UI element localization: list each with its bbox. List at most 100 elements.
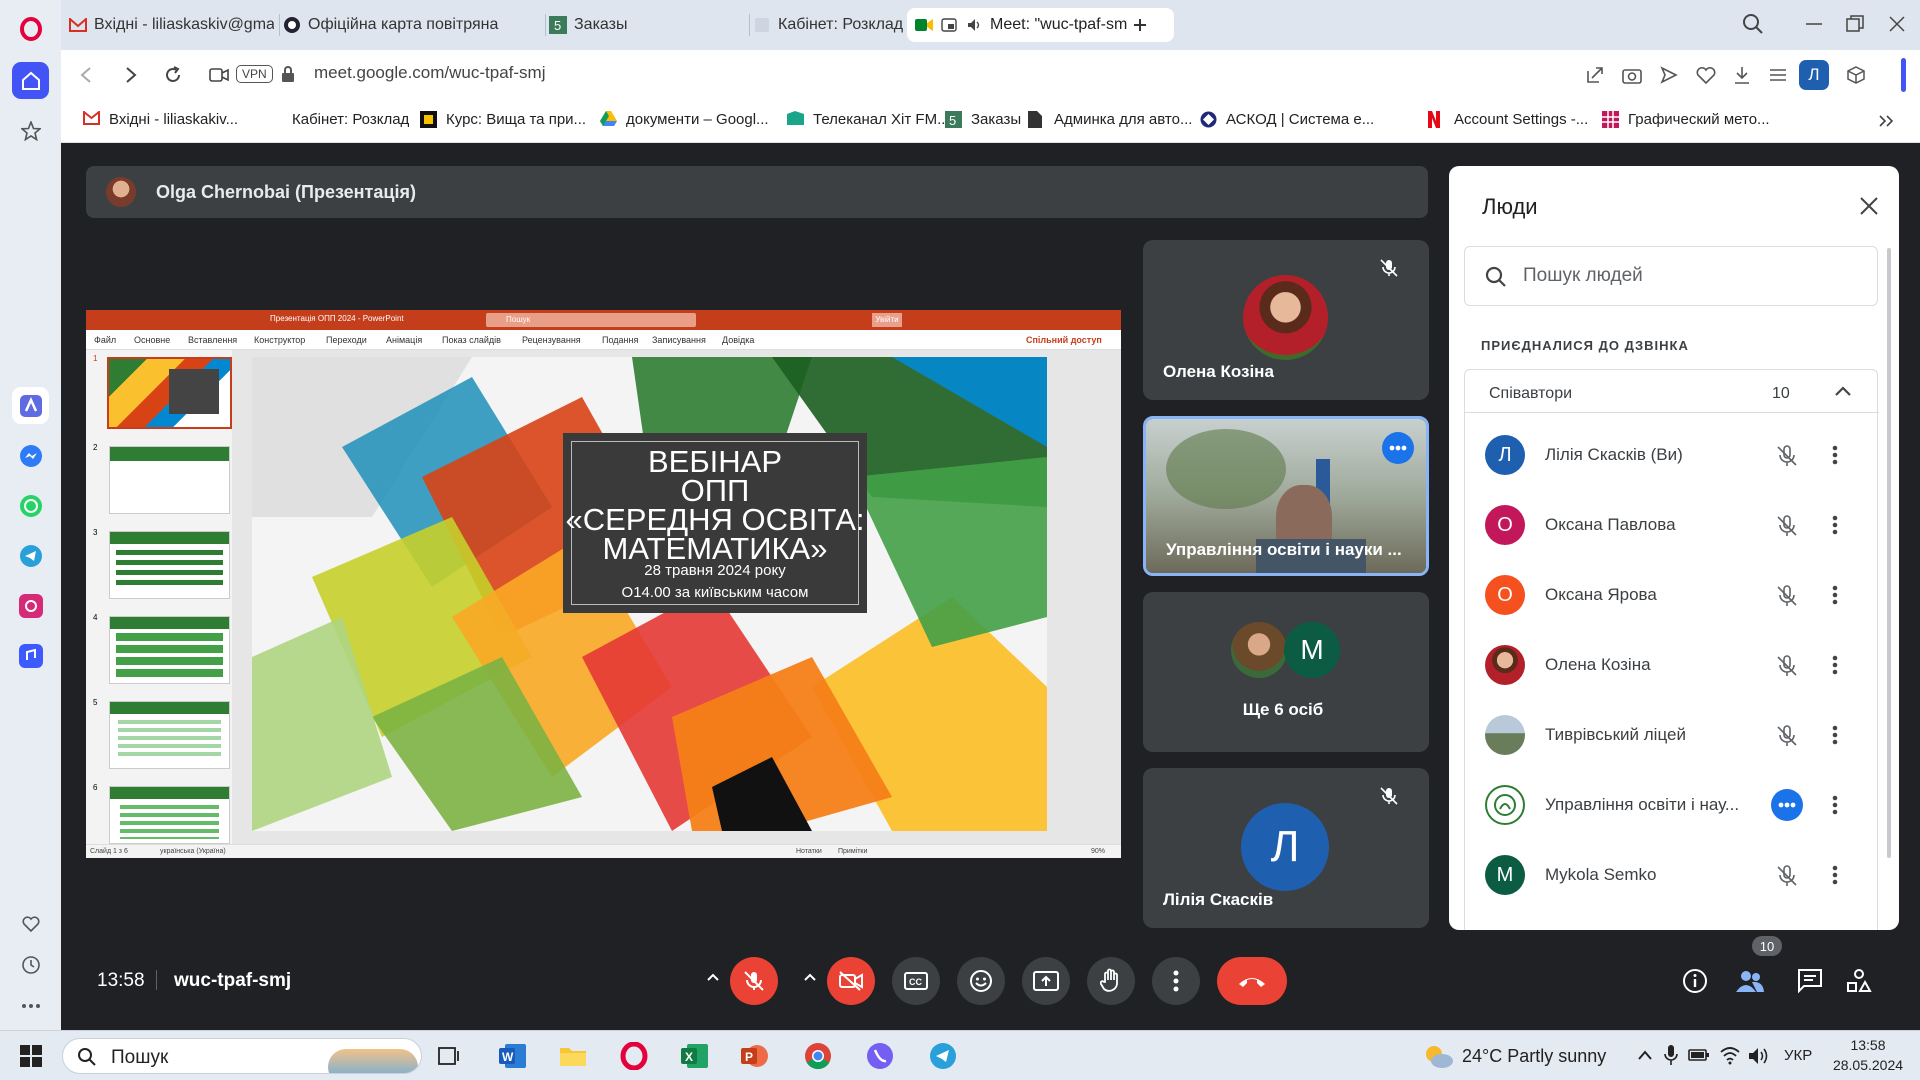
bookmark-admin[interactable]: Админка для авто... xyxy=(1028,111,1192,128)
pip-icon[interactable] xyxy=(940,16,958,34)
history-icon[interactable] xyxy=(12,946,49,983)
bookmark-cabinet[interactable]: Кабінет: Розклад xyxy=(292,111,409,128)
more-options-icon[interactable] xyxy=(1832,865,1838,885)
word-icon[interactable]: W xyxy=(496,1039,530,1073)
opera-logo-icon[interactable] xyxy=(12,10,49,47)
reload-icon[interactable] xyxy=(163,65,183,85)
excel-icon[interactable]: X xyxy=(678,1039,712,1073)
vpn-badge[interactable]: VPN xyxy=(236,65,273,83)
meeting-info-icon[interactable] xyxy=(1682,968,1708,994)
more-options-icon[interactable] xyxy=(1832,655,1838,675)
input-language[interactable]: УКР xyxy=(1784,1047,1812,1064)
participant-row[interactable]: M Mykola Semko xyxy=(1485,840,1860,910)
participant-tile-speaking[interactable]: Управління освіти і науки ... xyxy=(1143,416,1429,576)
battery-icon[interactable] xyxy=(1688,1048,1710,1062)
clock[interactable]: 13:58 28.05.2024 xyxy=(1830,1035,1906,1075)
favorite-icon[interactable] xyxy=(1696,66,1716,84)
chevron-up-icon[interactable] xyxy=(1834,385,1852,397)
sidebar-toggle[interactable] xyxy=(1901,58,1906,92)
participant-row[interactable]: Управління освіти і нау... xyxy=(1485,770,1860,840)
participant-row[interactable]: Тиврівський ліцей xyxy=(1485,700,1860,770)
heart-icon[interactable] xyxy=(12,905,49,942)
new-tab-icon[interactable] xyxy=(1127,12,1153,38)
slide-thumb[interactable] xyxy=(109,786,230,844)
whatsapp-icon[interactable] xyxy=(12,487,49,524)
more-bookmarks-icon[interactable] xyxy=(1878,114,1894,128)
download-icon[interactable] xyxy=(1733,65,1751,85)
activities-icon[interactable] xyxy=(1846,968,1872,994)
music-player-icon[interactable] xyxy=(12,637,49,674)
forward-icon[interactable] xyxy=(124,66,138,84)
telegram-icon[interactable] xyxy=(12,537,49,574)
home-icon[interactable] xyxy=(12,62,49,99)
extensions-icon[interactable] xyxy=(1846,65,1866,85)
chat-icon[interactable] xyxy=(1797,968,1823,994)
search-people-input[interactable]: Пошук людей xyxy=(1464,246,1878,306)
collaborators-header[interactable]: Співавтори 10 xyxy=(1465,370,1879,413)
flow-icon[interactable] xyxy=(1660,66,1678,84)
tab-map[interactable]: Офіційна карта повітряна xyxy=(283,8,539,42)
camera-tab-icon[interactable] xyxy=(209,67,229,83)
bookmark-account[interactable]: Account Settings -... xyxy=(1428,111,1588,128)
opera-taskbar-icon[interactable] xyxy=(617,1039,651,1073)
chrome-icon[interactable] xyxy=(801,1039,835,1073)
aria-icon[interactable] xyxy=(12,387,49,424)
slide-thumb[interactable] xyxy=(109,616,230,684)
more-options-icon[interactable] xyxy=(1832,585,1838,605)
more-options-icon[interactable] xyxy=(1832,445,1838,465)
restore-icon[interactable] xyxy=(1846,15,1864,33)
instagram-icon[interactable] xyxy=(12,587,49,624)
bookmark-askod[interactable]: АСКОД | Система е... xyxy=(1200,111,1374,128)
close-window-icon[interactable] xyxy=(1888,15,1906,33)
task-view-icon[interactable] xyxy=(432,1039,466,1073)
self-tile[interactable]: Л Лілія Скасків xyxy=(1143,768,1429,928)
windows-start-icon[interactable] xyxy=(14,1039,48,1073)
tab-gmail[interactable]: Вхідні - liliaskaskiv@gmai xyxy=(69,8,274,42)
slide-thumb[interactable] xyxy=(109,446,230,514)
snapshot-icon[interactable] xyxy=(1622,66,1642,84)
more-options-icon[interactable] xyxy=(1832,515,1838,535)
search-tabs-icon[interactable] xyxy=(1741,12,1765,36)
profile-avatar[interactable]: Л xyxy=(1799,60,1829,90)
slide-thumb[interactable] xyxy=(109,531,230,599)
more-options-button[interactable] xyxy=(1152,957,1200,1005)
audio-options-chevron-icon[interactable] xyxy=(706,972,720,982)
viber-icon[interactable] xyxy=(863,1039,897,1073)
bookmark-tv[interactable]: Телеканал Хіт FM... xyxy=(787,111,950,128)
speed-dial-icon[interactable] xyxy=(12,112,49,149)
back-icon[interactable] xyxy=(79,66,93,84)
more-options-icon[interactable] xyxy=(1832,795,1838,815)
bookmark-gmail[interactable]: Вхідні - liliaskakiv... xyxy=(83,111,238,128)
volume-icon[interactable] xyxy=(1747,1046,1769,1066)
people-icon[interactable] xyxy=(1735,968,1765,994)
easy-setup-icon[interactable] xyxy=(1769,67,1787,83)
lock-icon[interactable] xyxy=(281,65,295,83)
tab-orders[interactable]: 5 Заказы xyxy=(549,8,744,42)
bookmark-orders[interactable]: 5 Заказы xyxy=(945,111,1021,128)
speaker-icon[interactable] xyxy=(965,16,983,34)
file-explorer-icon[interactable] xyxy=(556,1039,590,1073)
share-icon[interactable] xyxy=(1585,65,1605,85)
participant-row[interactable]: Л Лілія Скасків (Ви) xyxy=(1485,420,1860,490)
leave-call-button[interactable] xyxy=(1217,957,1287,1005)
more-participants-tile[interactable]: М Ще 6 осіб xyxy=(1143,592,1429,752)
weather-icon[interactable] xyxy=(1418,1039,1458,1073)
present-button[interactable] xyxy=(1022,957,1070,1005)
participant-row[interactable]: О Оксана Павлова xyxy=(1485,490,1860,560)
more-icon[interactable] xyxy=(12,987,49,1024)
raise-hand-button[interactable] xyxy=(1087,957,1135,1005)
people-scrollbar[interactable] xyxy=(1887,248,1891,858)
bookmark-course[interactable]: Курс: Вища та при... xyxy=(420,111,586,128)
participant-tile[interactable]: Олена Козіна xyxy=(1143,240,1429,400)
more-options-icon[interactable] xyxy=(1832,725,1838,745)
wifi-icon[interactable] xyxy=(1719,1045,1741,1065)
hidden-icons-chevron-icon[interactable] xyxy=(1637,1049,1653,1061)
participant-row[interactable]: О Оксана Ярова xyxy=(1485,560,1860,630)
weather-text[interactable]: 24°C Partly sunny xyxy=(1462,1046,1606,1067)
messenger-icon[interactable] xyxy=(12,437,49,474)
mic-toggle-button[interactable] xyxy=(730,957,778,1005)
taskbar-search[interactable]: Пошук xyxy=(62,1038,422,1074)
captions-button[interactable]: CC xyxy=(892,957,940,1005)
video-options-chevron-icon[interactable] xyxy=(803,972,817,982)
powerpoint-icon[interactable]: P xyxy=(738,1039,772,1073)
